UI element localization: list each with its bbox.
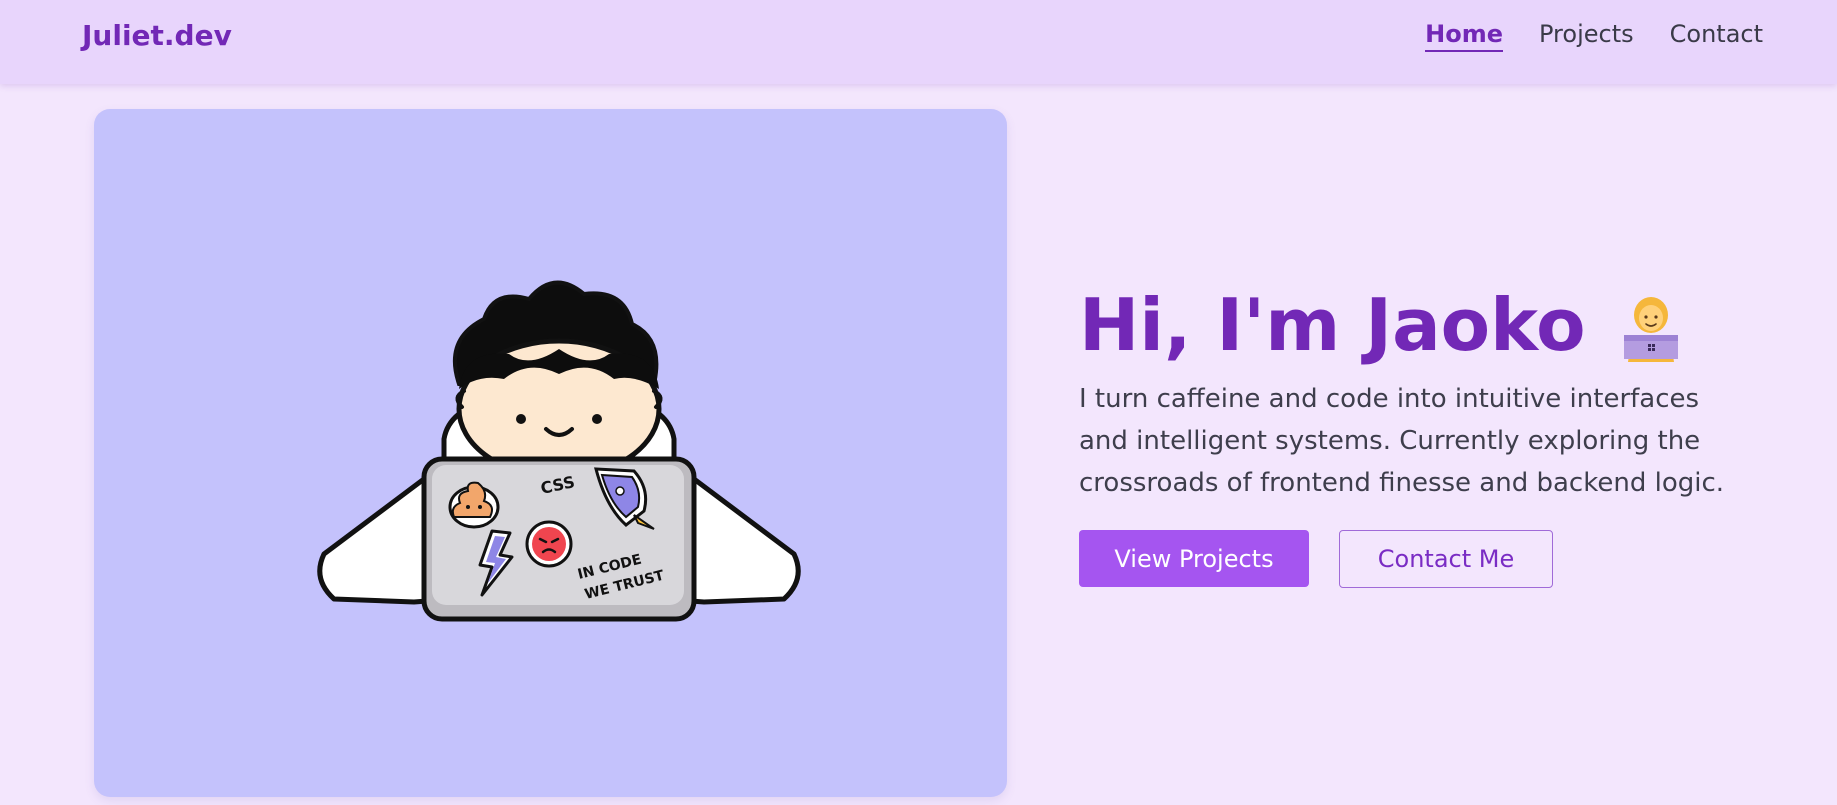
nav-link-projects[interactable]: Projects [1539, 20, 1634, 52]
navbar: Juliet.dev Home Projects Contact [0, 0, 1837, 84]
developer-illustration: CSS IN CODE WE TRUST [317, 280, 801, 622]
hero-intro: I turn caffeine and code into intuitive … [1079, 384, 1725, 498]
view-projects-button[interactable]: View Projects [1079, 530, 1309, 587]
hero-text: Hi, I'm Jaoko I turn caffeine and code i… [1079, 282, 1779, 588]
woman-technologist-icon [1623, 297, 1678, 362]
angry-face-sticker-icon [525, 520, 573, 568]
brand-logo[interactable]: Juliet.dev [82, 19, 232, 52]
nav-link-home[interactable]: Home [1425, 20, 1503, 52]
hero-illustration-card: CSS IN CODE WE TRUST [94, 109, 1007, 797]
contact-me-button[interactable]: Contact Me [1339, 530, 1553, 588]
hero-headline: Hi, I'm Jaoko [1079, 282, 1779, 368]
headline-text: Hi, I'm Jaoko [1079, 283, 1586, 367]
nav-links: Home Projects Contact [1425, 20, 1763, 52]
hero-buttons: View Projects Contact Me [1079, 530, 1779, 588]
left-eye [516, 414, 526, 424]
nav-link-contact[interactable]: Contact [1670, 20, 1763, 52]
right-eye [592, 414, 602, 424]
